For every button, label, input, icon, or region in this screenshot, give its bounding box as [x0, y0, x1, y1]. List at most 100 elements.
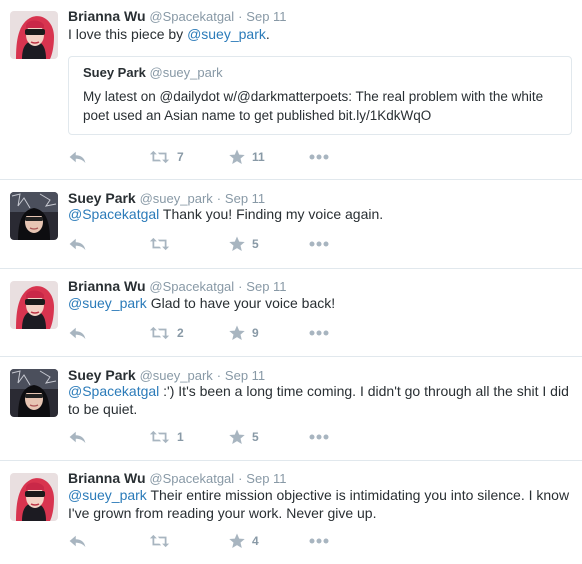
text-body: Thank you! Finding my voice again.: [159, 206, 384, 222]
like-count: 5: [252, 430, 259, 444]
quoted-text: My latest on @dailydot w/@darkmatterpoet…: [83, 89, 544, 123]
like-button[interactable]: 9: [229, 323, 259, 343]
tweet[interactable]: Brianna Wu @Spacekatgal · Sep 11 @suey_p…: [0, 461, 582, 564]
like-button[interactable]: 5: [229, 427, 259, 447]
retweet-button[interactable]: [149, 234, 177, 254]
separator-dot: ·: [216, 191, 222, 206]
avatar[interactable]: [10, 192, 58, 240]
timestamp[interactable]: Sep 11: [246, 9, 286, 24]
mention-link[interactable]: @suey_park: [68, 295, 147, 311]
tweet-actions: 4: [68, 531, 368, 551]
more-icon: [309, 538, 329, 544]
tweet-text: @suey_park Their entire mission objectiv…: [68, 486, 572, 522]
like-count: 9: [252, 326, 259, 340]
tweet[interactable]: Brianna Wu @Spacekatgal · Sep 11 I love …: [0, 0, 582, 180]
quoted-header: Suey Park @suey_park: [83, 65, 223, 80]
star-icon: [229, 533, 245, 549]
like-count: 11: [252, 150, 265, 164]
more-icon: [309, 241, 329, 247]
reply-icon: [68, 150, 87, 164]
retweet-button[interactable]: 1: [149, 427, 184, 447]
text-body: Glad to have your voice back!: [146, 295, 336, 311]
retweet-count: 2: [177, 326, 184, 340]
reply-icon: [68, 534, 87, 548]
avatar[interactable]: [10, 281, 58, 329]
author-name[interactable]: Brianna Wu: [68, 278, 146, 294]
more-button[interactable]: [309, 531, 329, 551]
author-name[interactable]: Brianna Wu: [68, 8, 146, 24]
timestamp[interactable]: Sep 11: [225, 368, 265, 383]
quoted-author-handle[interactable]: @suey_park: [150, 65, 223, 80]
reply-button[interactable]: [68, 147, 87, 167]
author-handle[interactable]: @Spacekatgal: [149, 9, 234, 24]
reply-button[interactable]: [68, 234, 87, 254]
author-handle[interactable]: @Spacekatgal: [149, 471, 234, 486]
reply-button[interactable]: [68, 323, 87, 343]
more-icon: [309, 154, 329, 160]
more-button[interactable]: [309, 147, 329, 167]
star-icon: [229, 325, 245, 341]
timestamp[interactable]: Sep 11: [246, 471, 286, 486]
tweet-actions: 5: [68, 234, 368, 254]
retweet-icon: [149, 150, 170, 164]
tweet-text: I love this piece by @suey_park.: [68, 25, 572, 43]
tweet-header: Brianna Wu @Spacekatgal · Sep 11: [68, 470, 287, 487]
more-button[interactable]: [309, 323, 329, 343]
quoted-tweet[interactable]: Suey Park @suey_park My latest on @daily…: [68, 56, 572, 135]
reply-icon: [68, 237, 87, 251]
mention-link[interactable]: @suey_park: [68, 487, 147, 503]
avatar[interactable]: [10, 11, 58, 59]
reply-icon: [68, 326, 87, 340]
star-icon: [229, 149, 245, 165]
retweet-count: 7: [177, 150, 184, 164]
more-button[interactable]: [309, 234, 329, 254]
author-name[interactable]: Suey Park: [68, 367, 136, 383]
retweet-icon: [149, 237, 170, 251]
tweet[interactable]: Suey Park @suey_park · Sep 11 @Spacekatg…: [0, 180, 582, 269]
star-icon: [229, 236, 245, 252]
tweet-text: @Spacekatgal Thank you! Finding my voice…: [68, 205, 572, 223]
reply-button[interactable]: [68, 531, 87, 551]
tweet-text: @Spacekatgal :') It's been a long time c…: [68, 382, 572, 418]
retweet-count: 1: [177, 430, 184, 444]
retweet-button[interactable]: 2: [149, 323, 184, 343]
reply-icon: [68, 430, 87, 444]
mention-link[interactable]: @Spacekatgal: [68, 383, 159, 399]
tweet-header: Brianna Wu @Spacekatgal · Sep 11: [68, 8, 287, 25]
tweet-actions: 2 9: [68, 323, 368, 343]
retweet-button[interactable]: 7: [149, 147, 184, 167]
retweet-button[interactable]: [149, 531, 177, 551]
retweet-icon: [149, 430, 170, 444]
like-count: 5: [252, 237, 259, 251]
reply-button[interactable]: [68, 427, 87, 447]
avatar[interactable]: [10, 473, 58, 521]
author-handle[interactable]: @suey_park: [140, 368, 213, 383]
like-button[interactable]: 4: [229, 531, 259, 551]
text-suffix: .: [265, 26, 270, 42]
timestamp[interactable]: Sep 11: [225, 191, 265, 206]
author-name[interactable]: Suey Park: [68, 190, 136, 206]
avatar[interactable]: [10, 369, 58, 417]
quoted-author-name[interactable]: Suey Park: [83, 65, 146, 80]
separator-dot: ·: [238, 9, 243, 24]
more-button[interactable]: [309, 427, 329, 447]
tweet[interactable]: Suey Park @suey_park · Sep 11 @Spacekatg…: [0, 357, 582, 461]
timestamp[interactable]: Sep 11: [246, 279, 286, 294]
like-button[interactable]: 11: [229, 147, 265, 167]
tweet[interactable]: Brianna Wu @Spacekatgal · Sep 11 @suey_p…: [0, 269, 582, 357]
like-button[interactable]: 5: [229, 234, 259, 254]
tweet-text: @suey_park Glad to have your voice back!: [68, 294, 572, 312]
retweet-icon: [149, 534, 170, 548]
separator-dot: ·: [238, 279, 243, 294]
author-name[interactable]: Brianna Wu: [68, 470, 146, 486]
tweet-actions: 7 11: [68, 147, 368, 167]
mention-link[interactable]: @suey_park: [187, 26, 266, 42]
mention-link[interactable]: @Spacekatgal: [68, 206, 159, 222]
more-icon: [309, 434, 329, 440]
retweet-icon: [149, 326, 170, 340]
author-handle[interactable]: @Spacekatgal: [149, 279, 234, 294]
tweet-header: Brianna Wu @Spacekatgal · Sep 11: [68, 278, 287, 295]
more-icon: [309, 330, 329, 336]
star-icon: [229, 429, 245, 445]
author-handle[interactable]: @suey_park: [140, 191, 213, 206]
